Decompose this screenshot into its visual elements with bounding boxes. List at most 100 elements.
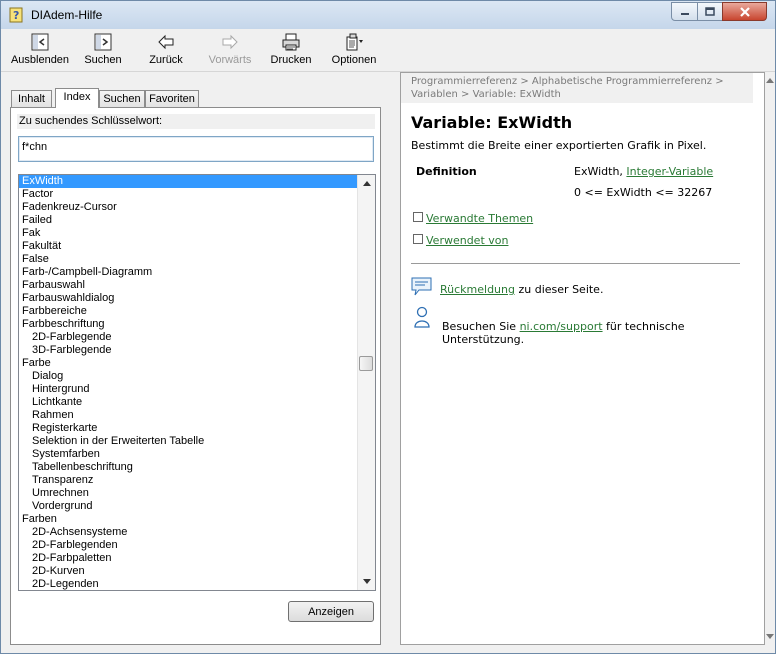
support-link[interactable]: ni.com/support	[520, 320, 603, 333]
related-topics-link[interactable]: Verwandte Themen	[426, 212, 533, 225]
keyword-label: Zu suchendes Schlüsselwort:	[17, 114, 375, 129]
topic-scrollbar[interactable]	[765, 72, 775, 645]
index-list-item[interactable]: Fakultät	[19, 240, 357, 253]
index-list-items: ExWidth Factor Fadenkreuz-Cursor Failed Fak F…	[19, 175, 357, 590]
index-list-item[interactable]: Transparenz	[19, 474, 357, 487]
window-title: DIAdem-Hilfe	[31, 8, 103, 22]
close-icon	[739, 6, 750, 17]
expand-box-icon	[413, 212, 423, 222]
feedback-text: zu dieser Seite.	[515, 283, 604, 296]
index-list-item[interactable]: Farbauswahl	[19, 279, 357, 292]
tab-index[interactable]: Index	[55, 88, 99, 108]
scroll-up-button[interactable]	[358, 175, 375, 192]
locate-button-label: Suchen	[84, 54, 122, 66]
svg-text:?: ?	[13, 9, 19, 22]
tab-favorites[interactable]: Favoriten	[145, 90, 199, 107]
index-list-item[interactable]: Umrechnen	[19, 487, 357, 500]
definition-range: 0 <= ExWidth <= 32267	[574, 186, 713, 199]
show-button[interactable]: Anzeigen	[288, 601, 374, 622]
definition-label: Definition	[416, 165, 477, 178]
index-list-item[interactable]: 2D-Kurven	[19, 565, 357, 578]
back-button[interactable]: Zurück	[145, 33, 187, 69]
breadcrumb-line-2[interactable]: Variablen > Variable: ExWidth	[411, 88, 753, 101]
index-list-item[interactable]: Tabellenbeschriftung	[19, 461, 357, 474]
index-list-item[interactable]: Farbauswahldialog	[19, 292, 357, 305]
back-arrow-icon	[158, 34, 174, 50]
index-list-item[interactable]: Farben	[19, 513, 357, 526]
hide-pane-icon	[31, 33, 49, 51]
index-list-item[interactable]: Fak	[19, 227, 357, 240]
index-list-item[interactable]: Failed	[19, 214, 357, 227]
feedback-link[interactable]: Rückmeldung	[440, 283, 515, 296]
forward-arrow-icon	[222, 34, 238, 50]
index-list-item[interactable]: Vordergrund	[19, 500, 357, 513]
breadcrumb: Programmierreferenz > Alphabetische Prog…	[401, 73, 753, 103]
printer-icon	[282, 33, 300, 51]
index-list-item[interactable]: Dialog	[19, 370, 357, 383]
index-list-item[interactable]: Registerkarte	[19, 422, 357, 435]
maximize-button[interactable]	[697, 2, 723, 21]
breadcrumb-line-1[interactable]: Programmierreferenz > Alphabetische Prog…	[411, 75, 753, 88]
related-topics-expander[interactable]: Verwandte Themen	[413, 212, 533, 225]
tab-contents[interactable]: Inhalt	[11, 90, 52, 107]
navigation-pane: Inhalt Index Suchen Favoriten Zu suchend…	[1, 72, 391, 653]
tab-search[interactable]: Suchen	[99, 90, 145, 107]
definition-value: ExWidth, Integer-Variable	[574, 165, 713, 178]
definition-name: ExWidth,	[574, 165, 627, 178]
index-list-item[interactable]: Farbe	[19, 357, 357, 370]
index-list[interactable]: ExWidth Factor Fadenkreuz-Cursor Failed Fak F…	[18, 174, 376, 591]
index-list-item[interactable]: Factor	[19, 188, 357, 201]
index-list-item[interactable]: 3D-Farblegende	[19, 344, 357, 357]
forward-button-label: Vorwärts	[208, 54, 252, 66]
integer-variable-link[interactable]: Integer-Variable	[626, 165, 713, 178]
index-list-item[interactable]: Selektion in der Erweiterten Tabelle	[19, 435, 357, 448]
keyword-input[interactable]: f*chn	[18, 136, 374, 162]
speech-bubble-icon	[411, 277, 432, 296]
minimize-button[interactable]	[671, 2, 698, 21]
index-list-item[interactable]: ExWidth	[19, 175, 357, 188]
index-list-item[interactable]: Fadenkreuz-Cursor	[19, 201, 357, 214]
hide-button[interactable]: Ausblenden	[9, 33, 71, 69]
index-panel: Zu suchendes Schlüsselwort: f*chn ExWidt…	[10, 107, 381, 645]
help-app-icon: ?	[9, 7, 23, 23]
index-list-item[interactable]: 2D-Legenden	[19, 578, 357, 590]
options-button[interactable]: Optionen	[331, 33, 377, 69]
close-button[interactable]	[722, 2, 767, 21]
index-list-item[interactable]: Farb-/Campbell-Diagramm	[19, 266, 357, 279]
scroll-down-button[interactable]	[358, 573, 375, 590]
topic-pane: Programmierreferenz > Alphabetische Prog…	[400, 72, 765, 645]
forward-button[interactable]: Vorwärts	[207, 33, 253, 69]
pane-splitter[interactable]	[391, 72, 399, 653]
support-row: Besuchen Sie ni.com/support für technisc…	[411, 306, 741, 346]
expand-box-icon	[413, 234, 423, 244]
index-list-item[interactable]: 2D-Farbpaletten	[19, 552, 357, 565]
scroll-thumb[interactable]	[359, 356, 373, 371]
minimize-icon	[680, 12, 689, 15]
index-list-item[interactable]: Rahmen	[19, 409, 357, 422]
options-icon	[346, 33, 363, 51]
person-icon	[414, 306, 430, 328]
index-list-item[interactable]: Farbbeschriftung	[19, 318, 357, 331]
locate-button[interactable]: Suchen	[82, 33, 124, 69]
index-list-scrollbar[interactable]	[357, 175, 375, 590]
used-by-link[interactable]: Verwendet von	[426, 234, 508, 247]
page-description: Bestimmt die Breite einer exportierten G…	[411, 139, 707, 152]
tab-search-label: Suchen	[103, 93, 141, 105]
index-list-item[interactable]: 2D-Achsensysteme	[19, 526, 357, 539]
tab-favorites-label: Favoriten	[149, 93, 195, 105]
scroll-down-icon	[362, 579, 371, 584]
locate-icon	[94, 33, 112, 51]
used-by-expander[interactable]: Verwendet von	[413, 234, 508, 247]
index-list-item[interactable]: 2D-Farblegende	[19, 331, 357, 344]
print-button[interactable]: Drucken	[269, 33, 313, 69]
index-list-item[interactable]: Hintergrund	[19, 383, 357, 396]
index-list-item[interactable]: Systemfarben	[19, 448, 357, 461]
scroll-down-icon	[766, 634, 774, 639]
print-button-label: Drucken	[270, 54, 312, 66]
index-list-item[interactable]: Lichtkante	[19, 396, 357, 409]
index-list-item[interactable]: Farbbereiche	[19, 305, 357, 318]
tab-contents-label: Inhalt	[18, 93, 45, 105]
title-bar: ? DIAdem-Hilfe	[1, 1, 775, 29]
index-list-item[interactable]: 2D-Farblegenden	[19, 539, 357, 552]
index-list-item[interactable]: False	[19, 253, 357, 266]
